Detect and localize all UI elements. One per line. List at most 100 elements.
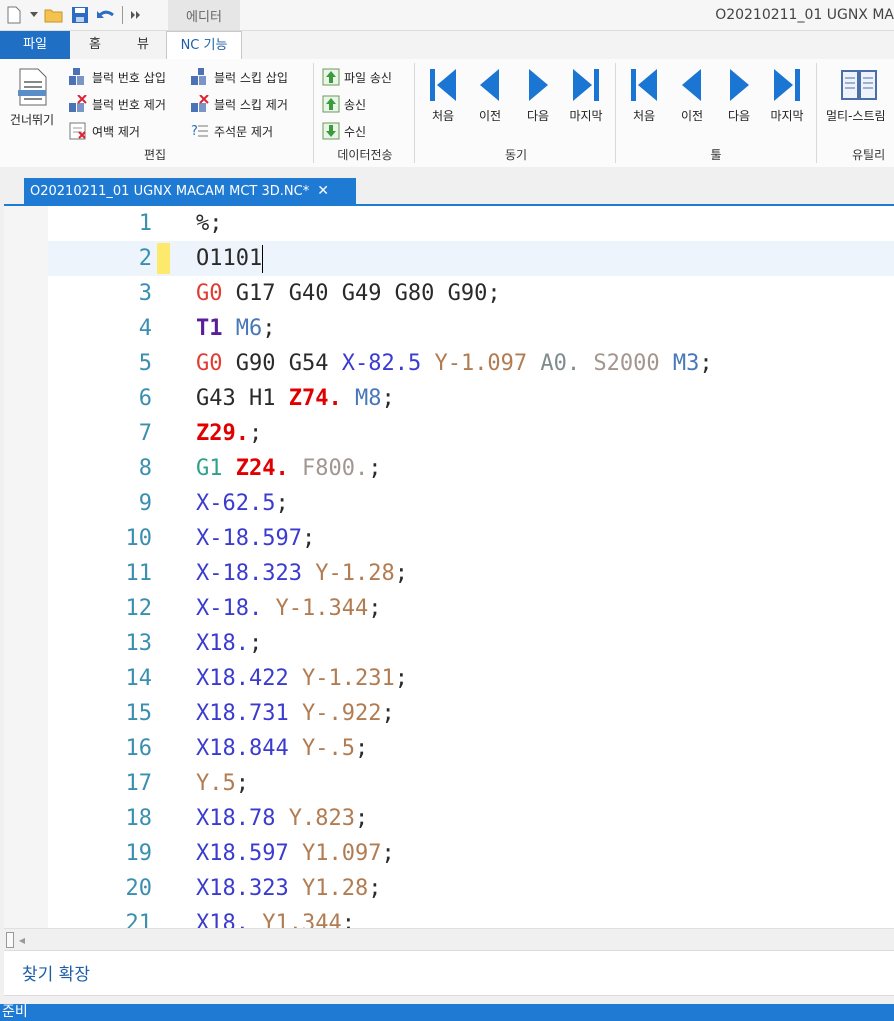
block-insert-icon <box>69 68 84 85</box>
code-line[interactable]: 10 X-18.597; <box>4 521 894 556</box>
code-token: F800. <box>301 456 369 481</box>
code-token: ; <box>394 561 408 586</box>
receive-button[interactable]: 수신 <box>322 120 366 142</box>
code-line[interactable]: 21 X18. Y1.344; <box>4 906 894 928</box>
code-token: Y-.5 <box>301 736 355 761</box>
skip-button[interactable]: 건너뛰기 <box>6 67 58 128</box>
code-line[interactable]: 3 G0 G17 G40 G49 G80 G90; <box>4 276 894 311</box>
multi-stream-button[interactable]: 멀티-스트림 <box>824 67 894 124</box>
scrollbar-thumb[interactable] <box>6 932 14 948</box>
remove-whitespace-button[interactable]: 여백 제거 <box>68 120 140 142</box>
code-line[interactable]: 18 X18.78 Y.823; <box>4 801 894 836</box>
tab-home[interactable]: 홈 <box>80 31 110 59</box>
insert-block-skip-label: 블럭 스킵 삽입 <box>214 70 288 85</box>
comment-remove-icon: ? <box>191 124 208 139</box>
code-line[interactable]: 1%; <box>4 206 894 241</box>
code-line[interactable]: 17 Y.5; <box>4 766 894 801</box>
code-line[interactable]: 9 X-62.5; <box>4 486 894 521</box>
next-icon <box>730 69 749 101</box>
code-line[interactable]: 16 X18.844 Y-.5; <box>4 731 894 766</box>
document-tab[interactable]: O20210211_01 UGNX MACAM MCT 3D.NC* ✕ <box>24 178 356 204</box>
code-text: X18.422 Y-1.231; <box>196 661 408 696</box>
code-token: X18.78 <box>196 806 276 831</box>
tab-view[interactable]: 뷰 <box>128 31 158 59</box>
status-bar <box>0 1004 894 1021</box>
code-token: G0 <box>196 281 223 306</box>
code-token: Y1.344 <box>262 911 342 928</box>
code-token: X18. <box>196 911 249 928</box>
horizontal-scrollbar[interactable] <box>4 928 894 949</box>
send-file-icon <box>322 68 340 86</box>
code-text: X18.731 Y-.922; <box>196 696 395 731</box>
send-file-button[interactable]: 파일 송신 <box>322 66 392 88</box>
code-line[interactable]: 4 T1 M6; <box>4 311 894 346</box>
sync-first-button[interactable]: 처음 <box>419 67 467 124</box>
find-expand-link[interactable]: 찾기 확장 <box>22 960 90 985</box>
tool-group-label: 툴 <box>710 148 722 162</box>
code-token: X-18. <box>196 596 263 621</box>
insert-block-number-button[interactable]: 블럭 번호 삽입 <box>68 66 166 88</box>
open-folder-icon[interactable] <box>44 5 64 25</box>
code-line[interactable]: 14 X18.422 Y-1.231; <box>4 661 894 696</box>
remove-block-number-button[interactable]: 블럭 번호 제거 <box>68 93 166 115</box>
editor-context-tab[interactable]: 에디터 <box>168 0 240 30</box>
document-tab-title: O20210211_01 UGNX MACAM MCT 3D.NC* <box>30 183 310 199</box>
code-token: ; <box>354 736 369 761</box>
code-token: G90 G54 <box>222 351 342 376</box>
remove-comments-button[interactable]: ? 주석문 제거 <box>190 120 273 142</box>
code-token: ; <box>368 456 382 481</box>
line-number: 5 <box>138 351 152 376</box>
code-line[interactable]: 7 Z29.; <box>4 416 894 451</box>
tab-file[interactable]: 파일 <box>0 31 70 59</box>
sync-prev-button[interactable]: 이전 <box>466 67 514 124</box>
line-number: 1 <box>138 211 152 236</box>
code-text: %; <box>196 206 223 241</box>
tool-first-button[interactable]: 처음 <box>620 67 668 124</box>
code-token: ; <box>381 701 395 726</box>
last-icon <box>774 69 800 101</box>
tool-next-button[interactable]: 다음 <box>715 67 763 124</box>
line-number: 20 <box>125 876 153 901</box>
sync-next-button[interactable]: 다음 <box>514 67 562 124</box>
close-icon[interactable]: ✕ <box>317 183 329 199</box>
sync-last-button[interactable]: 마지막 <box>562 67 610 124</box>
line-number: 7 <box>138 421 152 446</box>
code-text: X18.; <box>196 626 262 661</box>
insert-block-skip-button[interactable]: 블럭 스킵 삽입 <box>190 66 288 88</box>
remove-block-skip-button[interactable]: 블럭 스킵 제거 <box>190 93 288 115</box>
code-token: S2000 <box>593 351 660 376</box>
send-button[interactable]: 송신 <box>322 93 366 115</box>
code-line[interactable]: 6 G43 H1 Z74. M8; <box>4 381 894 416</box>
code-token: ; <box>341 911 355 928</box>
code-line[interactable]: 15 X18.731 Y-.922; <box>4 696 894 731</box>
group-separator <box>414 63 415 163</box>
block-skip-remove-icon <box>191 95 209 112</box>
sync-prev-label: 이전 <box>478 109 502 123</box>
code-line[interactable]: 11 X-18.323 Y-1.28; <box>4 556 894 591</box>
scroll-left-icon[interactable]: ◀ <box>14 933 30 947</box>
code-token: X-18.597 <box>196 526 302 551</box>
code-line[interactable]: 19 X18.597 Y1.097; <box>4 836 894 871</box>
code-text: X18. Y1.344; <box>196 906 355 928</box>
tab-nc-functions[interactable]: NC 기능 <box>166 31 242 61</box>
code-line[interactable]: 13 X18.; <box>4 626 894 661</box>
tool-last-button[interactable]: 마지막 <box>763 67 811 124</box>
code-line[interactable]: 8 G1 Z24. F800.; <box>4 451 894 486</box>
more-options-icon[interactable] <box>130 5 142 25</box>
code-token: ; <box>262 316 276 341</box>
save-icon[interactable] <box>70 5 90 25</box>
code-line[interactable]: 20 X18.323 Y1.28; <box>4 871 894 906</box>
undo-icon[interactable] <box>96 5 116 25</box>
code-line[interactable]: 2 O1101 <box>4 241 894 276</box>
tool-prev-button[interactable]: 이전 <box>668 67 716 124</box>
remove-block-skip-label: 블럭 스킵 제거 <box>214 97 288 112</box>
line-number: 17 <box>125 771 153 796</box>
remove-block-number-label: 블럭 번호 제거 <box>92 97 166 112</box>
dropdown-arrow-icon[interactable] <box>30 5 38 25</box>
new-file-icon[interactable] <box>4 5 24 25</box>
code-editor[interactable]: 1%; 2 O1101 3 G0 G17 G40 G49 G80 G90; 4 T1 M6;… <box>4 206 894 928</box>
code-line[interactable]: 12 X-18. Y-1.344; <box>4 591 894 626</box>
code-line[interactable]: 5 G0 G90 G54 X-82.5 Y-1.097 A0. S2000 M3; <box>4 346 894 381</box>
send-label: 송신 <box>344 97 367 112</box>
